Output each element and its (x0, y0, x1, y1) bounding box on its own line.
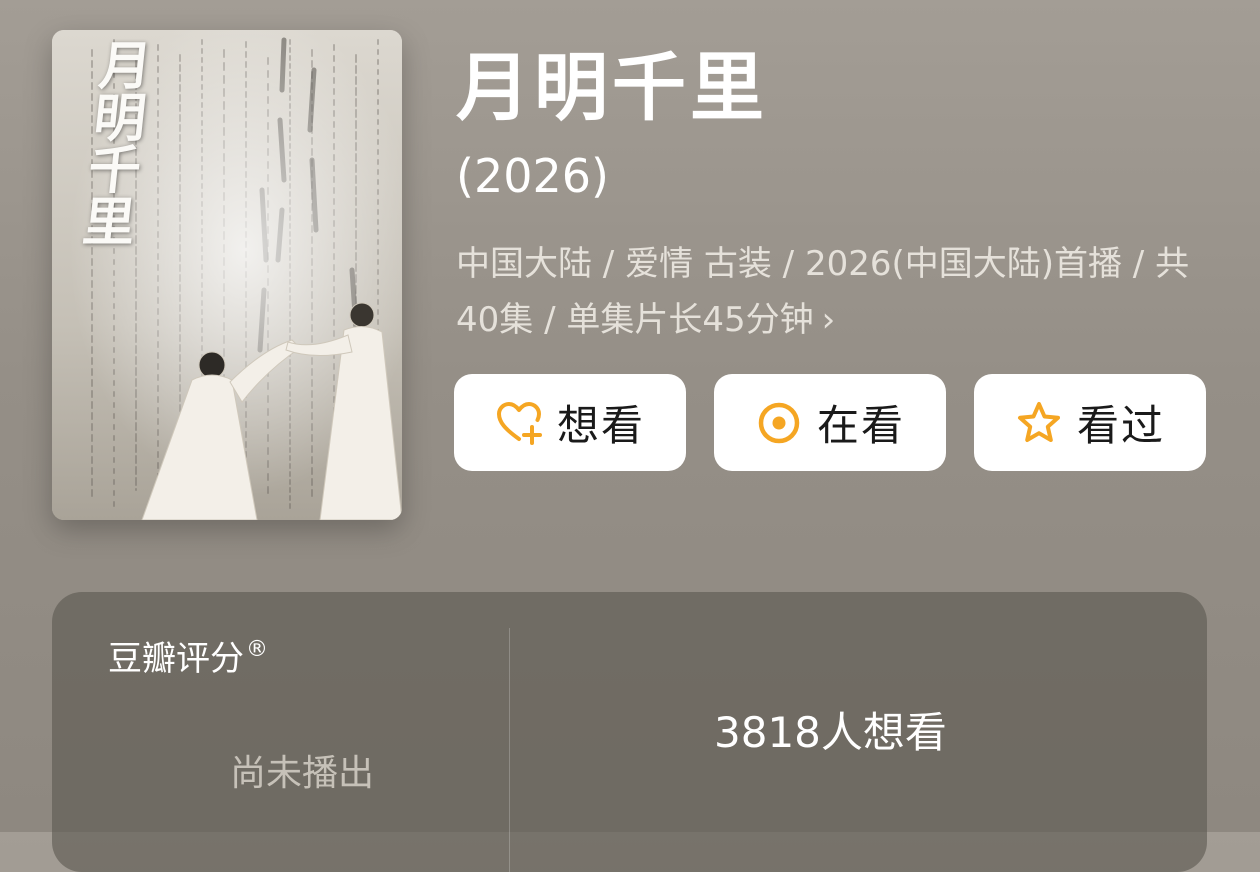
watching-button[interactable]: 在看 (714, 374, 946, 471)
heart-plus-icon (496, 401, 542, 445)
watching-label: 在看 (816, 401, 905, 450)
want-to-watch-button[interactable]: 想看 (454, 374, 686, 471)
page-title: 月明千里 (456, 45, 768, 131)
star-outline-icon (1017, 401, 1060, 442)
watched-button[interactable]: 看过 (974, 374, 1206, 471)
rating-status: 尚未播出 (230, 753, 375, 794)
chevron-right-icon: › (821, 300, 836, 340)
circle-dot-icon (758, 402, 800, 443)
rating-title-text: 豆瓣评分 (108, 639, 244, 679)
want-to-watch-count: 3818人想看 (714, 708, 947, 757)
watched-label: 看过 (1076, 401, 1165, 450)
info-meta-link[interactable]: 中国大陆 / 爱情 古装 / 2026(中国大陆)首播 / 共40集 / 单集片… (456, 236, 1196, 348)
release-year: (2026) (456, 149, 609, 203)
card-divider (509, 628, 510, 872)
rating-card[interactable]: 豆瓣评分® 尚未播出 3818人想看 (52, 592, 1207, 872)
poster-image[interactable]: 月明千里 (52, 30, 402, 520)
want-to-watch-label: 想看 (556, 401, 645, 450)
registered-mark: ® (246, 637, 268, 662)
douban-rating-title: 豆瓣评分® (108, 630, 268, 679)
